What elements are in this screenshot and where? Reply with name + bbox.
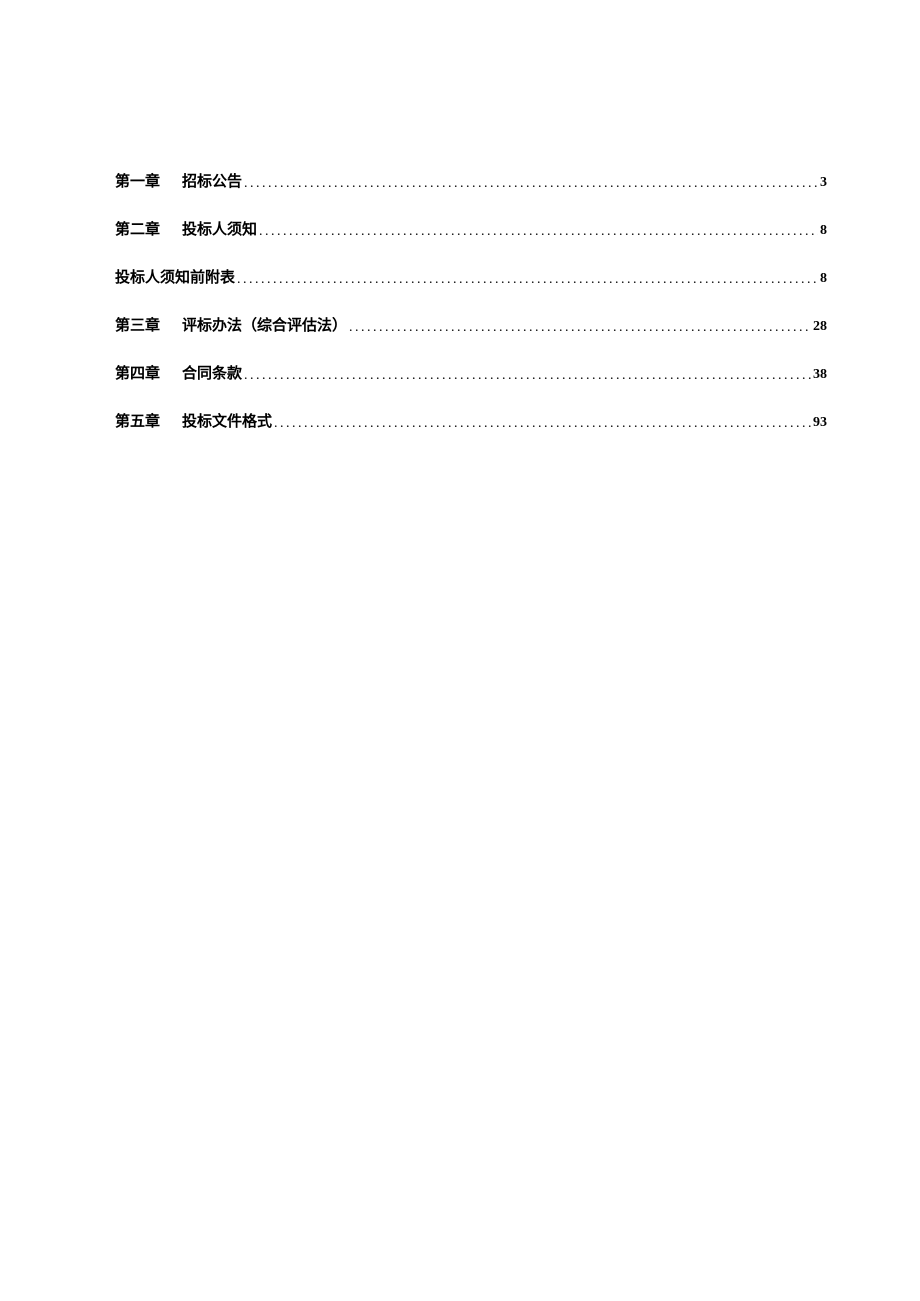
toc-page-number: 93	[813, 415, 827, 431]
toc-page-number: 38	[813, 367, 827, 383]
toc-chapter-label: 第四章	[115, 362, 160, 383]
toc-page-number: 28	[813, 319, 827, 335]
document-page: 第一章 招标公告 3 第二章 投标人须知 8 投标人须知前附表 8 第三章 评标…	[0, 0, 920, 431]
toc-chapter-label: 第五章	[115, 410, 160, 431]
toc-title-text: 评标办法（综合评估法）	[182, 314, 347, 335]
toc-leader-dots	[349, 320, 811, 336]
table-of-contents: 第一章 招标公告 3 第二章 投标人须知 8 投标人须知前附表 8 第三章 评标…	[115, 170, 827, 431]
toc-title-text: 投标文件格式	[182, 410, 272, 431]
toc-page-number: 8	[820, 271, 827, 287]
toc-entry: 第一章 招标公告 3	[115, 170, 827, 191]
toc-entry: 第四章 合同条款 38	[115, 362, 827, 383]
toc-leader-dots	[244, 368, 811, 384]
toc-leader-dots	[259, 224, 818, 240]
toc-chapter-label: 第三章	[115, 314, 160, 335]
toc-leader-dots	[237, 272, 818, 288]
toc-entry: 投标人须知前附表 8	[115, 266, 827, 287]
toc-chapter-label: 第一章	[115, 170, 160, 191]
toc-page-number: 3	[820, 175, 827, 191]
toc-entry: 第五章 投标文件格式 93	[115, 410, 827, 431]
toc-title-text: 投标人须知	[182, 218, 257, 239]
toc-entry: 第三章 评标办法（综合评估法） 28	[115, 314, 827, 335]
toc-chapter-label: 第二章	[115, 218, 160, 239]
toc-page-number: 8	[820, 223, 827, 239]
toc-title-text: 合同条款	[182, 362, 242, 383]
toc-leader-dots	[244, 176, 818, 192]
toc-entry: 第二章 投标人须知 8	[115, 218, 827, 239]
toc-title-text: 投标人须知前附表	[115, 266, 235, 287]
toc-title-text: 招标公告	[182, 170, 242, 191]
toc-leader-dots	[274, 416, 811, 432]
